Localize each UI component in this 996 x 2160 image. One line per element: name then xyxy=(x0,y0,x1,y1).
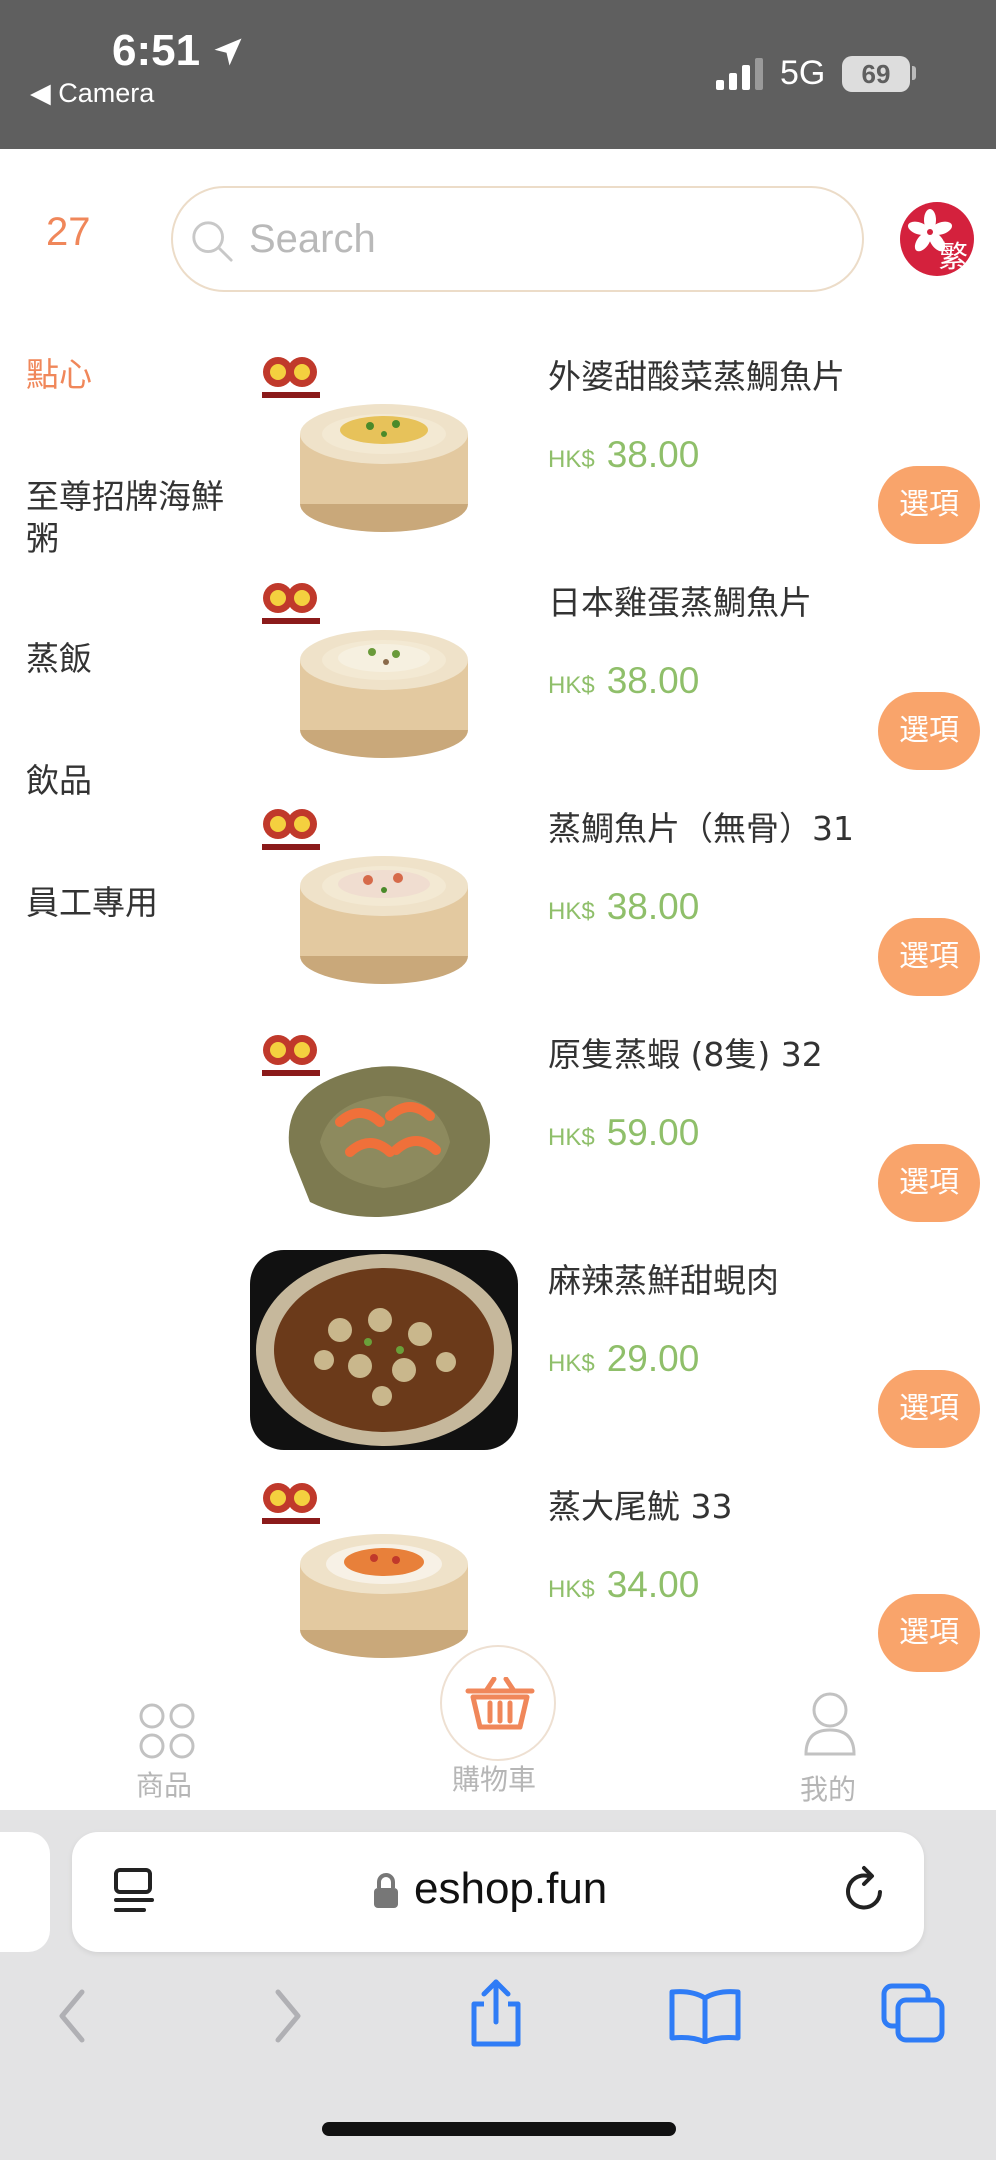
price-amount: 59.00 xyxy=(606,1112,700,1153)
product-price: HK$ 34.00 xyxy=(548,1564,699,1606)
language-label: 繁 xyxy=(938,240,968,275)
options-button[interactable]: 選項 xyxy=(878,466,980,544)
price-currency: HK$ xyxy=(548,446,595,473)
product-image[interactable] xyxy=(250,354,518,554)
product-image[interactable] xyxy=(250,1480,518,1670)
product-name[interactable]: 麻辣蒸鮮甜蜆肉 xyxy=(548,1254,779,1302)
category-drinks[interactable]: 飲品 xyxy=(26,760,246,802)
options-button[interactable]: 選項 xyxy=(878,1144,980,1222)
reload-icon[interactable] xyxy=(842,1864,888,1916)
price-amount: 38.00 xyxy=(606,886,700,927)
price-amount: 38.00 xyxy=(606,660,700,701)
battery-tip xyxy=(912,66,916,80)
location-arrow-icon xyxy=(214,38,242,66)
search-icon xyxy=(192,221,233,262)
cart-count[interactable]: 27 xyxy=(46,210,91,255)
tab-mine-label[interactable]: 我的 xyxy=(800,1768,856,1808)
products-grid-icon[interactable] xyxy=(138,1702,196,1760)
category-staff-only[interactable]: 員工專用 xyxy=(26,882,246,924)
reader-mode-icon[interactable] xyxy=(110,1866,158,1916)
basket-icon xyxy=(465,1677,535,1730)
options-button[interactable]: 選項 xyxy=(878,918,980,996)
product-name[interactable]: 日本雞蛋蒸鯛魚片 xyxy=(548,576,812,624)
tabs-icon[interactable] xyxy=(880,1982,948,2046)
network-type: 5G xyxy=(780,54,826,92)
product-name[interactable]: 外婆甜酸菜蒸鯛魚片 xyxy=(548,350,845,398)
product-price: HK$ 38.00 xyxy=(548,660,699,702)
product-name[interactable]: 原隻蒸蝦 (8隻) 32 xyxy=(548,1028,823,1076)
product-price: HK$ 29.00 xyxy=(548,1338,699,1380)
back-icon[interactable] xyxy=(54,1986,90,2046)
category-seafood-congee[interactable]: 至尊招牌海鮮粥 xyxy=(26,476,246,560)
product-name[interactable]: 蒸大尾魷 33 xyxy=(548,1480,732,1528)
price-currency: HK$ xyxy=(548,1576,595,1603)
search-bar[interactable] xyxy=(171,186,864,292)
cart-button[interactable] xyxy=(440,1645,556,1761)
price-currency: HK$ xyxy=(548,1350,595,1377)
product-price: HK$ 38.00 xyxy=(548,886,699,928)
product-price: HK$ 38.00 xyxy=(548,434,699,476)
forward-icon[interactable] xyxy=(270,1986,306,2046)
previous-tab-peek[interactable] xyxy=(0,1832,50,1952)
options-button[interactable]: 選項 xyxy=(878,692,980,770)
status-time: 6:51 xyxy=(112,26,201,75)
options-button[interactable]: 選項 xyxy=(878,1370,980,1448)
search-input[interactable] xyxy=(249,208,829,270)
tab-cart-label[interactable]: 購物車 xyxy=(452,1758,536,1798)
signal-icon xyxy=(716,58,763,90)
home-indicator[interactable] xyxy=(322,2122,676,2136)
product-name[interactable]: 蒸鯛魚片（無骨）31 xyxy=(548,802,854,850)
product-image[interactable] xyxy=(250,1250,518,1450)
user-profile-icon[interactable] xyxy=(800,1690,860,1758)
product-image[interactable] xyxy=(250,1032,518,1232)
category-steamed-rice[interactable]: 蒸飯 xyxy=(26,638,246,680)
lock-icon xyxy=(374,1873,398,1908)
battery-icon: 69 xyxy=(842,56,910,92)
share-icon[interactable] xyxy=(466,1978,526,2050)
product-image[interactable] xyxy=(250,580,518,780)
price-amount: 38.00 xyxy=(606,434,700,475)
price-amount: 29.00 xyxy=(606,1338,700,1379)
bookmarks-icon[interactable] xyxy=(668,1988,742,2044)
price-currency: HK$ xyxy=(548,1124,595,1151)
options-button[interactable]: 選項 xyxy=(878,1594,980,1672)
category-dim-sum[interactable]: 點心 xyxy=(26,354,246,396)
status-bar: 6:51 ◀ Camera 5G 69 xyxy=(0,0,996,149)
price-amount: 34.00 xyxy=(606,1564,700,1605)
price-currency: HK$ xyxy=(548,898,595,925)
language-switch-button[interactable]: 繁 xyxy=(900,202,974,276)
price-currency: HK$ xyxy=(548,672,595,699)
back-to-camera-link[interactable]: ◀ Camera xyxy=(30,78,154,109)
tab-products-label[interactable]: 商品 xyxy=(136,1764,192,1804)
product-image[interactable] xyxy=(250,806,518,1006)
product-price: HK$ 59.00 xyxy=(548,1112,699,1154)
url-text[interactable]: eshop.fun xyxy=(414,1864,607,1914)
